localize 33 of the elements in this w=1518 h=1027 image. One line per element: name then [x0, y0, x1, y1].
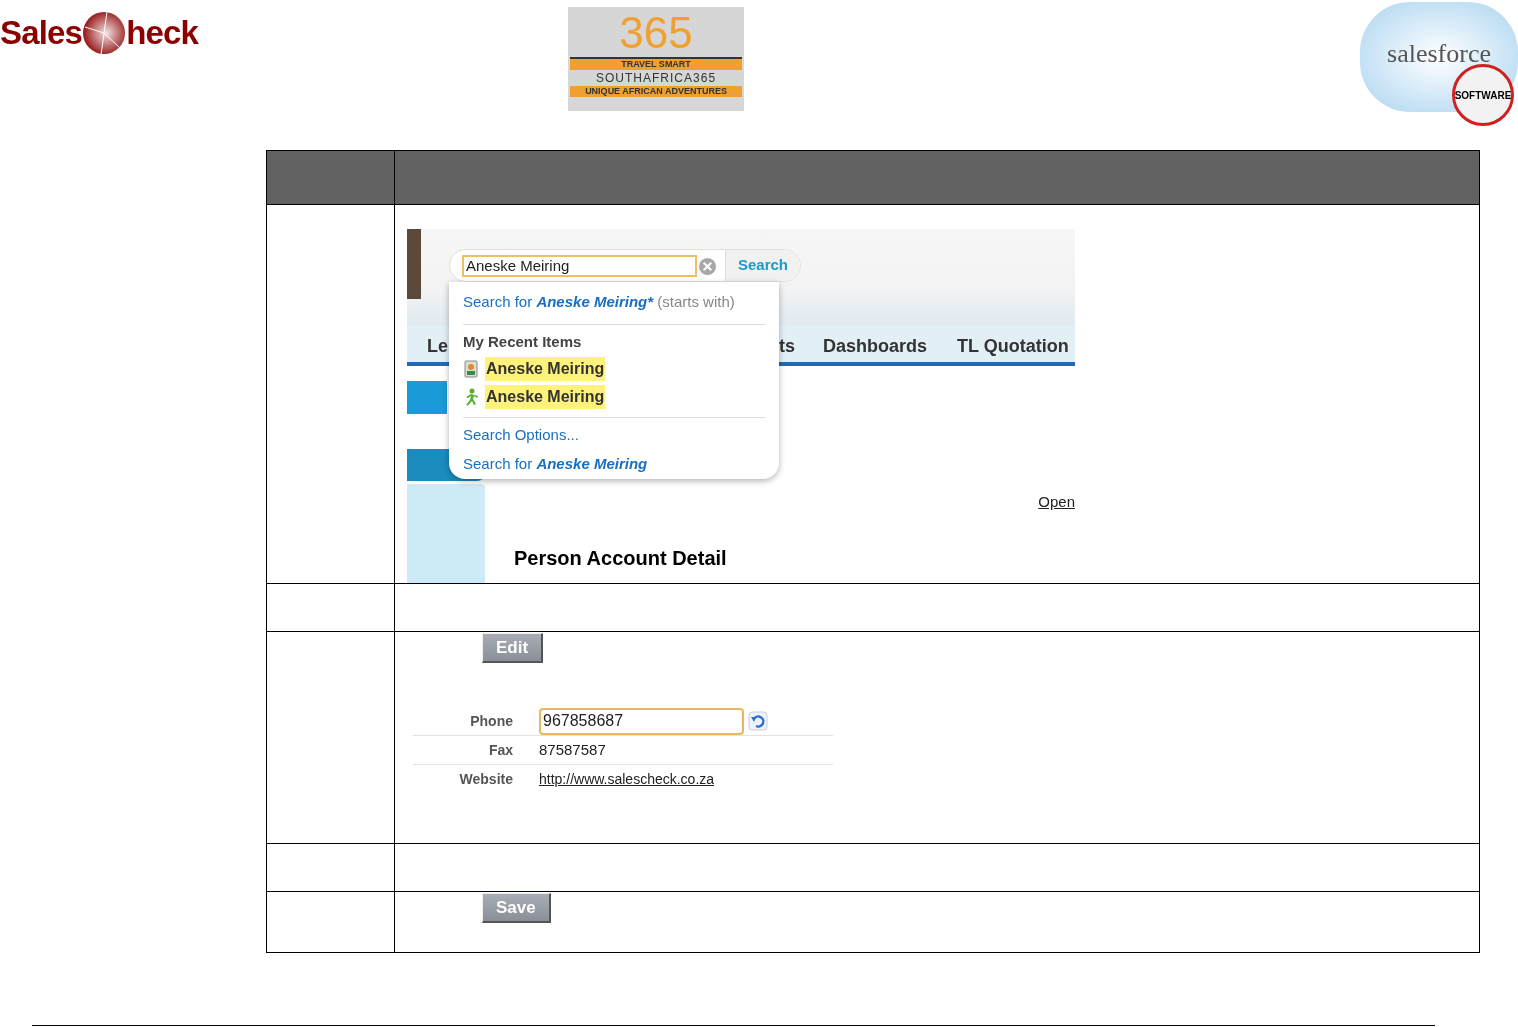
logo-text: heck — [126, 13, 199, 54]
open-link[interactable]: Open — [1038, 491, 1075, 514]
field-value: 87587587 — [539, 739, 606, 760]
person-icon — [463, 388, 479, 406]
search-all-link[interactable]: Search for Aneske Meiring — [463, 452, 765, 475]
recent-item-link[interactable]: Aneske Meiring — [485, 357, 606, 381]
nav-tab[interactable]: Dashboards — [823, 333, 928, 360]
logo-number: 365 — [619, 9, 693, 57]
field-label: Phone — [469, 711, 513, 731]
phone-field[interactable]: 967858687 — [539, 707, 744, 735]
contact-card-icon — [463, 360, 479, 378]
header-strip — [407, 229, 421, 299]
page-button-bar — [407, 381, 447, 414]
search-field[interactable]: Aneske Meiring — [462, 255, 697, 277]
search-options-link[interactable]: Search Options... — [463, 424, 765, 447]
logo-text: Sales — [0, 13, 83, 54]
search-starts-with-link[interactable]: Search for Aneske Meiring* (starts with) — [463, 291, 765, 314]
logo-name: SOUTHAFRICA365 — [596, 70, 717, 86]
recent-items-heading: My Recent Items — [463, 331, 583, 352]
nav-tab[interactable]: TL Quotation — [957, 333, 1069, 360]
undo-icon[interactable] — [748, 711, 768, 731]
logo-tagline: TRAVEL SMART — [570, 57, 743, 70]
section-title: Person Account Detail — [514, 546, 727, 571]
nav-tab[interactable]: Le — [427, 333, 448, 360]
website-link[interactable]: http://www.salescheck.co.za — [539, 769, 715, 790]
nav-tab[interactable]: ts — [779, 333, 795, 360]
logo-ball-icon — [82, 10, 127, 56]
recent-item-link[interactable]: Aneske Meiring — [485, 385, 606, 409]
logo-name: salesforce — [1387, 38, 1491, 66]
no-software-badge: SOFTWARE — [1452, 64, 1514, 126]
logo-slogan: UNIQUE AFRICAN ADVENTURES — [570, 86, 743, 97]
field-label: Website — [458, 770, 513, 789]
field-label: Fax — [487, 740, 513, 760]
